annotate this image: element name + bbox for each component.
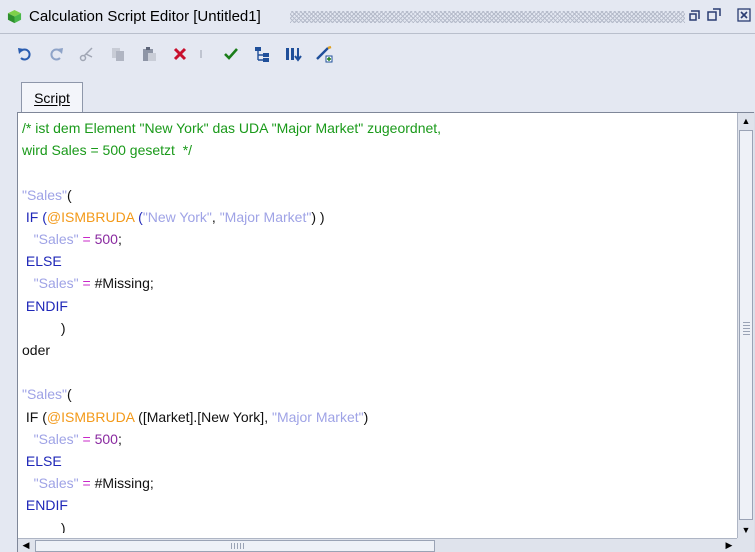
cut-icon [79,47,93,62]
title-bar: Calculation Script Editor [Untitled1] [0,0,755,34]
maximize-icon [707,8,721,21]
vertical-scrollbar[interactable]: ▲ ▼ [737,113,754,538]
redo-icon [50,48,63,61]
copy-button[interactable] [108,44,128,64]
left-gutter [0,112,17,552]
tab-script[interactable]: Script [21,82,83,112]
toolbar-separator [196,44,206,64]
validate-icon [224,48,238,60]
code-line-15: "Sales" = 500; [33,430,122,447]
redo-button[interactable] [46,44,66,64]
cut-button[interactable] [77,44,97,64]
vertical-scroll-thumb[interactable] [739,130,753,520]
outline-button[interactable] [252,44,272,64]
window-title: Calculation Script Editor [Untitled1] [29,8,261,25]
code-line-1: /* ist dem Element "New York" das UDA "M… [22,120,442,136]
close-icon [737,8,751,22]
restore-button[interactable] [689,8,701,24]
script-editor[interactable]: /* ist dem Element "New York" das UDA "M… [22,117,732,533]
code-line-16: ELSE [25,453,62,470]
delete-button[interactable] [170,44,190,64]
scroll-corner [737,538,754,552]
delete-icon [173,47,187,61]
code-line-5: IF (@ISMBRUDA ("New York", "Major Market… [25,208,325,225]
arrow-right-icon: ▶ [725,540,733,550]
code-line-10: ) [60,319,66,336]
paste-icon [143,47,156,61]
title-bar-grip [290,11,685,23]
arrow-left-icon: ◀ [22,540,30,550]
scroll-down-button[interactable]: ▼ [739,523,753,537]
scroll-right-button[interactable]: ▶ [722,539,736,552]
horizontal-scroll-thumb[interactable] [35,540,435,552]
code-line-8: "Sales" = #Missing; [33,275,154,292]
code-line-4: "Sales"( [22,186,72,203]
separator-icon [200,50,202,58]
cube-icon [7,9,22,24]
paste-button[interactable] [139,44,159,64]
code-line-17: "Sales" = #Missing; [33,475,154,492]
code-line-19: ) [60,519,66,533]
copy-icon [112,48,124,61]
undo-icon [18,48,31,61]
insert-member-button[interactable] [283,44,303,64]
code-line-18: ENDIF [25,497,68,514]
code-line-7: ELSE [25,253,62,270]
tab-script-label: Script [34,89,70,106]
grip-icon [231,543,245,549]
code-line-9: ENDIF [25,297,68,314]
code-line-6: "Sales" = 500; [33,231,122,248]
tab-strip: Script [0,74,755,112]
scroll-up-button[interactable]: ▲ [739,114,753,128]
code-line-2: wird Sales = 500 gesetzt */ [22,142,193,159]
outline-icon [255,47,269,62]
restore-icon [689,10,700,21]
grip-icon [743,321,750,335]
close-button[interactable] [737,8,751,24]
toolbar [0,34,755,74]
function-icon [316,45,333,63]
horizontal-scrollbar[interactable]: ◀ ▶ [18,538,737,552]
code-line-14: IF (@ISMBRUDA ([Market].[New York], "Maj… [25,408,369,425]
code-line-13: "Sales"( [22,386,72,403]
undo-button[interactable] [15,44,35,64]
validate-button[interactable] [221,44,241,64]
insert-member-icon [286,48,302,62]
arrow-down-icon: ▼ [741,525,751,535]
arrow-up-icon: ▲ [741,116,751,126]
function-button[interactable] [314,44,334,64]
scroll-left-button[interactable]: ◀ [19,539,33,552]
maximize-button[interactable] [707,8,721,24]
code-line-11: oder [22,342,51,359]
